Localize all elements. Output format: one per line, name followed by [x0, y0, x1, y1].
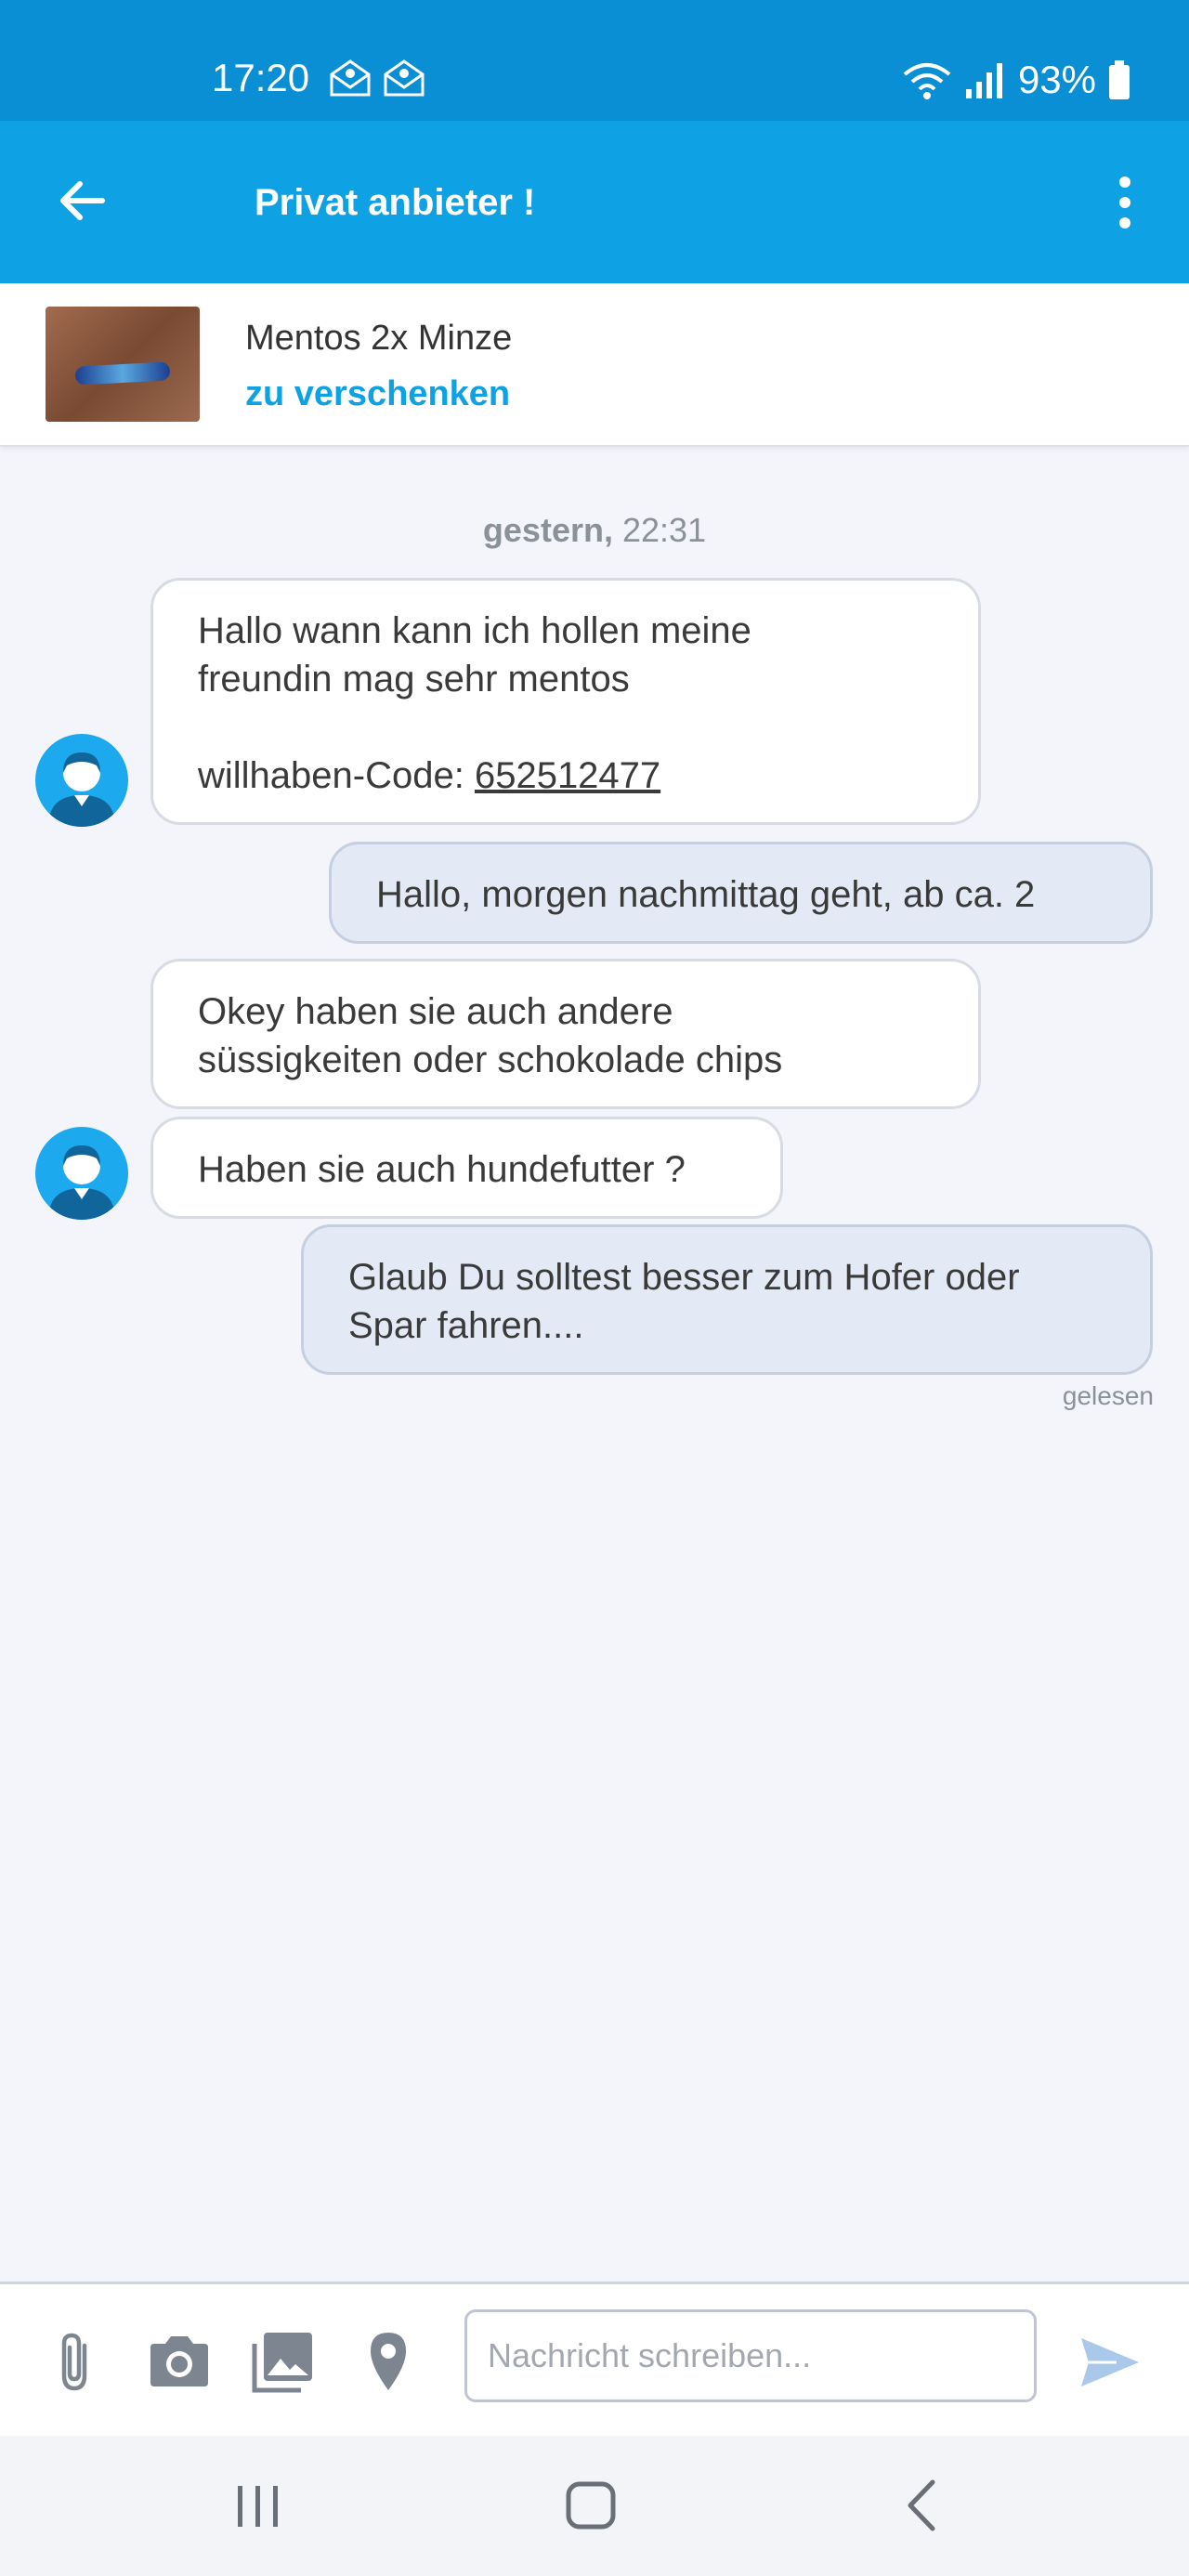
- back-arrow-icon[interactable]: [54, 173, 110, 229]
- send-icon[interactable]: [1079, 2334, 1141, 2390]
- back-nav-icon[interactable]: [886, 2473, 960, 2538]
- message-text: Haben sie auch hundefutter ?: [198, 1149, 686, 1190]
- listing-title[interactable]: Mentos 2x Minze: [245, 317, 512, 360]
- user-avatar-icon: [48, 752, 115, 827]
- product-image: [74, 361, 171, 386]
- sender-avatar: [35, 734, 128, 827]
- listing-status: zu verschenken: [245, 374, 511, 413]
- incoming-message: Haben sie auch hundefutter ?: [150, 1117, 783, 1219]
- wifi-icon: [903, 63, 951, 99]
- status-time: 17:20: [212, 56, 310, 99]
- signal-icon: [965, 63, 1002, 98]
- more-options-icon[interactable]: [1111, 173, 1139, 232]
- status-indicators: 93%: [901, 54, 1131, 106]
- date-separator: gestern, 22:31: [0, 509, 1189, 552]
- date-time: 22:31: [621, 511, 707, 549]
- message-text: Hallo, morgen nachmittag geht, ab ca. 2: [376, 874, 1036, 915]
- sender-avatar: [35, 1127, 128, 1220]
- location-pin-icon[interactable]: [356, 2329, 421, 2394]
- camera-icon[interactable]: [147, 2329, 212, 2394]
- battery-percent: 93%: [1017, 58, 1096, 101]
- recent-apps-icon[interactable]: [221, 2473, 295, 2538]
- user-avatar-icon: [48, 1145, 115, 1220]
- status-bar: 17:20 93%: [0, 0, 1189, 121]
- listing-header[interactable]: Mentos 2x Minze zu verschenken: [0, 283, 1189, 447]
- battery-icon: [1109, 60, 1130, 99]
- message-composer: [0, 2282, 1189, 2439]
- message-text: Glaub Du solltest besser zum Hofer oder …: [348, 1257, 1020, 1346]
- mail-notification-icon: [330, 59, 371, 97]
- gallery-icon[interactable]: [251, 2329, 316, 2394]
- app-bar: Privat anbieter !: [0, 121, 1189, 283]
- attachment-icon[interactable]: [42, 2329, 107, 2394]
- message-input[interactable]: [464, 2309, 1037, 2402]
- message-text: Okey haben sie auch andere süssigkeiten …: [198, 991, 783, 1080]
- home-icon[interactable]: [554, 2473, 628, 2538]
- incoming-message: Okey haben sie auch andere süssigkeiten …: [150, 959, 981, 1109]
- read-receipt: gelesen: [1062, 1381, 1154, 1410]
- willhaben-code-link[interactable]: 652512477: [475, 755, 660, 796]
- system-navigation-bar: [0, 2436, 1189, 2576]
- listing-thumbnail[interactable]: [46, 307, 200, 422]
- outgoing-message: Hallo, morgen nachmittag geht, ab ca. 2: [329, 842, 1153, 944]
- outgoing-message: Glaub Du solltest besser zum Hofer oder …: [301, 1224, 1153, 1375]
- mail-notification-icon: [384, 59, 425, 97]
- chat-partner-title: Privat anbieter !: [255, 182, 536, 223]
- date-label: gestern,: [482, 511, 613, 549]
- incoming-message: Hallo wann kann ich hollen meine freundi…: [150, 578, 981, 825]
